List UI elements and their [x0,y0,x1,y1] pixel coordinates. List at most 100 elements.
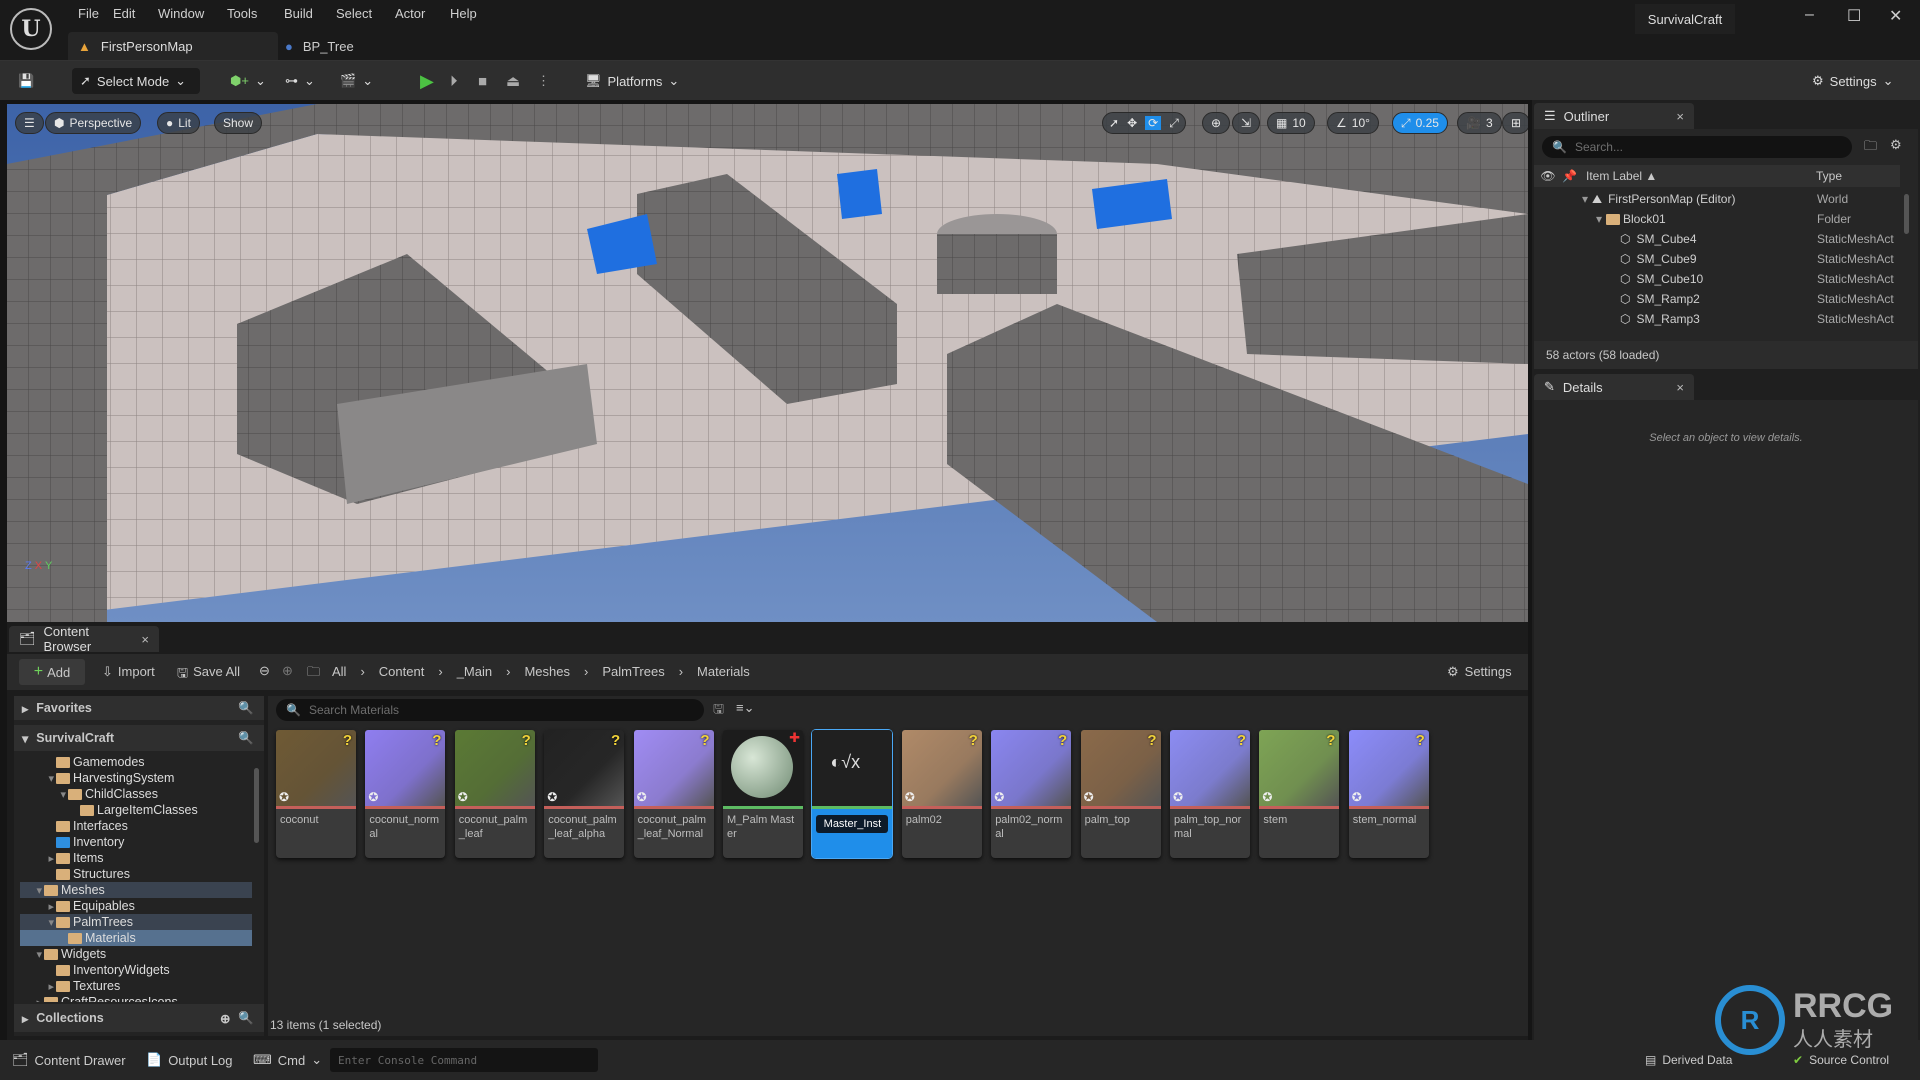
outliner-row[interactable]: ⬡ SM_Ramp2 StaticMeshAct [1534,289,1900,309]
save-search-icon[interactable]: 🖫 [713,700,724,722]
asset-tile[interactable]: ? ✪ coconut_normal [365,730,446,858]
folder-tree-item[interactable]: ▸ Textures [20,978,252,994]
folder-tree-item[interactable]: Inventory [20,834,252,850]
breadcrumb-main[interactable]: _Main [457,664,492,679]
stop-icon[interactable]: ■ [478,68,487,94]
breadcrumb-meshes[interactable]: Meshes [524,664,570,679]
chevron-down-icon[interactable]: ▾ [20,788,68,801]
folder-tree-item[interactable]: ▸ Items [20,850,252,866]
asset-tile[interactable]: ? ✪ coconut_palm_leaf_Normal [633,730,714,858]
import-button[interactable]: ⇩ Import [102,664,155,680]
visibility-eye-icon[interactable]: 👁 [1534,169,1562,183]
outliner-row[interactable]: ⬡ SM_Cube4 StaticMeshAct [1534,229,1900,249]
expand-arrow-icon[interactable]: ▾ [1534,212,1606,226]
select-mode-dropdown[interactable]: ➚ Select Mode ⌄ [72,68,200,94]
menu-actor[interactable]: Actor [395,6,425,21]
outliner-row[interactable]: ⬡ SM_Cube9 StaticMeshAct [1534,249,1900,269]
menu-tools[interactable]: Tools [227,6,257,21]
content-settings-button[interactable]: ⚙ Settings [1447,664,1512,680]
output-log-button[interactable]: 📄 Output Log [146,1048,233,1072]
surface-snap-icon[interactable]: ⇲ [1232,112,1261,134]
asset-tile[interactable]: ? ✪ palm02 [901,730,982,858]
menu-edit[interactable]: Edit [113,6,135,21]
folder-tree-item[interactable]: ▾ Meshes [20,882,252,898]
menu-file[interactable]: File [78,6,99,21]
viewport-menu-button[interactable]: ☰ [15,112,44,134]
asset-tile[interactable]: ? ✪ stem_normal [1348,730,1429,858]
asset-tile[interactable]: ? ✪ coconut [276,730,356,858]
folder-tree-item[interactable]: ▾ Widgets [20,946,252,962]
breadcrumb-content[interactable]: Content [379,664,425,679]
perspective-button[interactable]: ⬢ Perspective [45,112,142,134]
minimize-button[interactable]: – [1805,6,1814,24]
outliner-row[interactable]: ▾ ⛰ FirstPersonMap (Editor) World [1534,189,1900,209]
close-icon[interactable]: × [1676,380,1684,395]
pin-icon[interactable]: 📌 [1562,169,1586,183]
menu-help[interactable]: Help [450,6,477,21]
outliner-tab[interactable]: ☰ Outliner × [1534,103,1694,129]
content-drawer-button[interactable]: 🗂 Content Drawer [12,1048,126,1072]
step-icon[interactable]: ⏵ [450,68,458,94]
cinematics-button[interactable]: 🎬 ⌄ [340,68,373,94]
content-browser-tab[interactable]: 🗂 Content Browser × [9,624,159,654]
asset-tile[interactable]: ? ✪ palm02_normal [991,730,1072,858]
camera-speed-button[interactable]: 🎥 3 [1457,112,1502,134]
search-icon[interactable]: 🔍 [238,1011,254,1026]
select-tool-icon[interactable]: ➚ [1109,116,1119,130]
move-tool-icon[interactable]: ✥ [1127,116,1137,130]
folder-tree-item[interactable]: Structures [20,866,252,882]
search-icon[interactable]: 🔍 [238,701,254,716]
close-icon[interactable]: × [141,632,149,647]
more-options-icon[interactable]: ⋮ [537,68,550,94]
blueprint-button[interactable]: ⊶ ⌄ [285,68,315,94]
breadcrumb-all[interactable]: All [332,664,346,679]
project-section[interactable]: ▾ SurvivalCraft 🔍 [14,725,264,751]
rotate-tool-icon[interactable]: ⟳ [1145,116,1162,130]
unreal-logo-icon[interactable]: U [10,8,52,50]
maximize-button[interactable]: ☐ [1847,6,1861,26]
asset-tile[interactable]: ✚ M_Palm Master [723,730,803,858]
outliner-row[interactable]: ▾ Block01 Folder [1534,209,1900,229]
breadcrumb-materials[interactable]: Materials [697,664,750,679]
folder-tree-item[interactable]: ▾ PalmTrees [20,914,252,930]
menu-build[interactable]: Build [284,6,313,21]
asset-rename-input[interactable]: Master_Inst [816,815,889,833]
asset-tile[interactable]: ? ✪ palm_top [1080,730,1161,858]
cmd-dropdown[interactable]: ⌨ Cmd ⌄ [253,1048,322,1072]
folder-tree-item[interactable]: InventoryWidgets [20,962,252,978]
details-tab[interactable]: ✎ Details × [1534,374,1694,400]
platforms-dropdown[interactable]: 🖥 Platforms ⌄ [585,68,679,94]
folder-tree-item[interactable]: ▾ ChildClasses [20,786,252,802]
folder-tree-item[interactable]: ▸ CraftResourcesIcons [20,994,252,1002]
tab-bp-tree[interactable]: ● BP_Tree [285,32,354,60]
search-icon[interactable]: 🔍 [238,731,254,746]
eject-icon[interactable]: ⏏ [506,68,520,94]
folder-tree-item[interactable]: ▾ HarvestingSystem [20,770,252,786]
menu-window[interactable]: Window [158,6,204,21]
asset-tile[interactable]: ◐√x Master_Inst [811,729,894,859]
world-space-icon[interactable]: ⊕ [1202,112,1231,134]
outliner-row[interactable]: ⬡ SM_Cube10 StaticMeshAct [1534,269,1900,289]
save-all-button[interactable]: 🖫 Save All [177,664,240,686]
asset-tile[interactable]: ? ✪ coconut_palm_leaf [454,730,535,858]
folder-tree-item[interactable]: LargeItemClasses [20,802,252,818]
outliner-search-input[interactable]: 🔍 Search... [1542,136,1852,158]
asset-tile[interactable]: ? ✪ palm_top_normal [1170,730,1250,858]
gear-icon[interactable]: ⚙ [1890,137,1902,153]
folder-tree-item[interactable]: Gamemodes [20,754,252,770]
filter-icon[interactable]: ≡⌄ [736,700,754,716]
console-input[interactable]: Enter Console Command [330,1048,598,1072]
chevron-right-icon[interactable]: ▸ [20,996,44,1003]
tab-firstpersonmap[interactable]: ▲ FirstPersonMap [68,32,278,60]
folder-tree-item[interactable]: Materials [20,930,252,946]
chevron-right-icon[interactable]: ▸ [20,980,56,993]
save-icon[interactable]: 💾 [18,68,34,94]
folder-tree-item[interactable]: ▸ Equipables [20,898,252,914]
level-viewport[interactable]: ☰ ⬢ Perspective ● Lit Show ➚ ✥ ⟳ ⤢ ⊕ ⇲ ▦ 10 ∠ 1… [7,104,1528,622]
chevron-down-icon[interactable]: ▾ [20,884,44,897]
scale-tool-icon[interactable]: ⤢ [1169,116,1179,131]
add-folder-icon[interactable]: 🗀 [1864,137,1877,159]
scale-snap-button[interactable]: ⤢ 0.25 [1392,112,1448,134]
rotation-snap-button[interactable]: ∠ 10° [1327,112,1379,134]
play-icon[interactable]: ▶ [420,68,434,94]
